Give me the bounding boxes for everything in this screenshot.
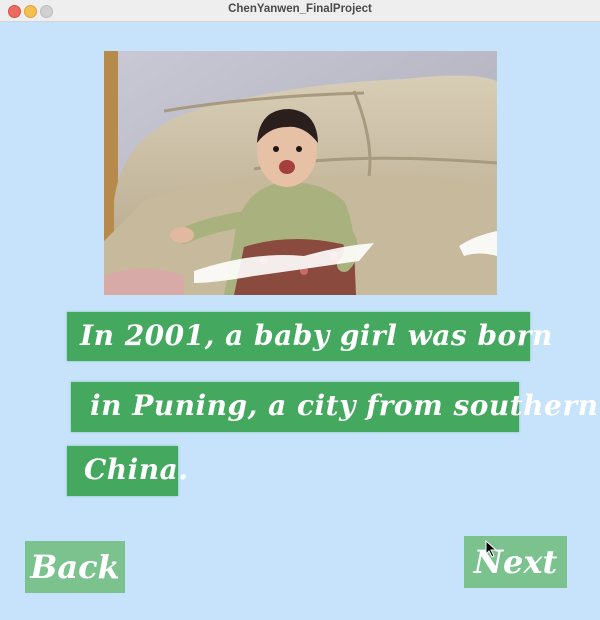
back-button[interactable]: Back <box>25 541 125 593</box>
next-button[interactable]: Next <box>464 536 567 588</box>
story-line-1: In 2001, a baby girl was born <box>80 319 553 352</box>
story-line-3: China. <box>84 453 189 486</box>
window-titlebar: ChenYanwen_FinalProject <box>0 0 600 22</box>
mouse-cursor-icon <box>485 540 498 558</box>
window-title: ChenYanwen_FinalProject <box>228 3 372 15</box>
childhood-photo-illustration <box>104 51 497 295</box>
childhood-photo <box>104 51 497 295</box>
story-line-2: in Puning, a city from southern <box>90 389 599 422</box>
